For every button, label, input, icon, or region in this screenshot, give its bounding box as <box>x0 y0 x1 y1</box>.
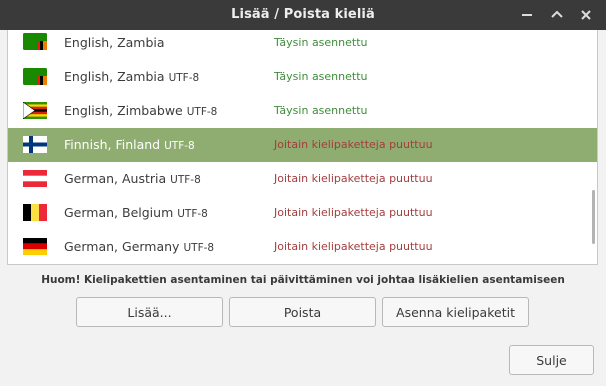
zambia-flag-icon <box>23 68 47 85</box>
language-name: German, Belgium UTF-8 <box>64 205 208 220</box>
install-status: Täysin asennettu <box>274 36 368 49</box>
close-button[interactable]: Sulje <box>509 345 594 375</box>
germany-flag-icon <box>23 238 47 255</box>
austria-flag-icon <box>23 170 47 187</box>
install-status: Täysin asennettu <box>274 104 368 117</box>
zimbabwe-flag-icon <box>23 102 47 119</box>
language-row[interactable]: German, Austria UTF-8 Joitain kielipakett… <box>8 162 597 196</box>
close-window-button[interactable] <box>577 6 595 24</box>
language-row[interactable]: German, Belgium UTF-8 Joitain kielipakett… <box>8 196 597 230</box>
install-notice: Huom! Kielipakettien asentaminen tai päi… <box>41 274 565 286</box>
finland-flag-icon <box>23 136 47 153</box>
maximize-icon <box>551 10 563 18</box>
add-button[interactable]: Lisää... <box>76 297 223 327</box>
language-row[interactable]: English, Zimbabwe UTF-8 Täysin asennettu <box>8 94 597 128</box>
title-bar: Lisää / Poista kieliä <box>0 0 606 30</box>
close-icon <box>581 10 591 20</box>
minimize-icon <box>522 14 532 16</box>
list-scrollbar[interactable] <box>592 190 595 244</box>
language-name: English, Zimbabwe UTF-8 <box>64 103 218 118</box>
language-name: English, Zambia UTF-8 <box>64 69 200 84</box>
language-name: Finnish, Finland UTF-8 <box>64 137 195 152</box>
language-row[interactable]: English, Zambia Täysin asennettu <box>8 30 597 60</box>
language-row-selected[interactable]: Finnish, Finland UTF-8 Joitain kielipaket… <box>8 128 597 162</box>
minimize-button[interactable] <box>518 6 536 24</box>
maximize-button[interactable] <box>548 6 566 24</box>
install-status: Täysin asennettu <box>274 70 368 83</box>
language-name: English, Zambia <box>64 35 165 50</box>
belgium-flag-icon <box>23 204 47 221</box>
remove-button[interactable]: Poista <box>229 297 376 327</box>
install-status: Joitain kielipaketteja puuttuu <box>274 206 433 219</box>
zambia-flag-icon <box>23 33 47 50</box>
install-status: Joitain kielipaketteja puuttuu <box>274 172 433 185</box>
install-language-packs-button[interactable]: Asenna kielipaketit <box>382 297 529 327</box>
language-list[interactable]: English, Zambia Täysin asennettu English… <box>7 30 598 265</box>
install-status: Joitain kielipaketteja puuttuu <box>274 240 433 253</box>
language-row[interactable]: English, Zambia UTF-8 Täysin asennettu <box>8 60 597 94</box>
install-status: Joitain kielipaketteja puuttuu <box>274 138 433 151</box>
language-name: German, Austria UTF-8 <box>64 171 201 186</box>
language-row[interactable]: German, Germany UTF-8 Joitain kielipakett… <box>8 230 597 264</box>
language-name: German, Germany UTF-8 <box>64 239 215 254</box>
window-title: Lisää / Poista kieliä <box>231 7 375 22</box>
